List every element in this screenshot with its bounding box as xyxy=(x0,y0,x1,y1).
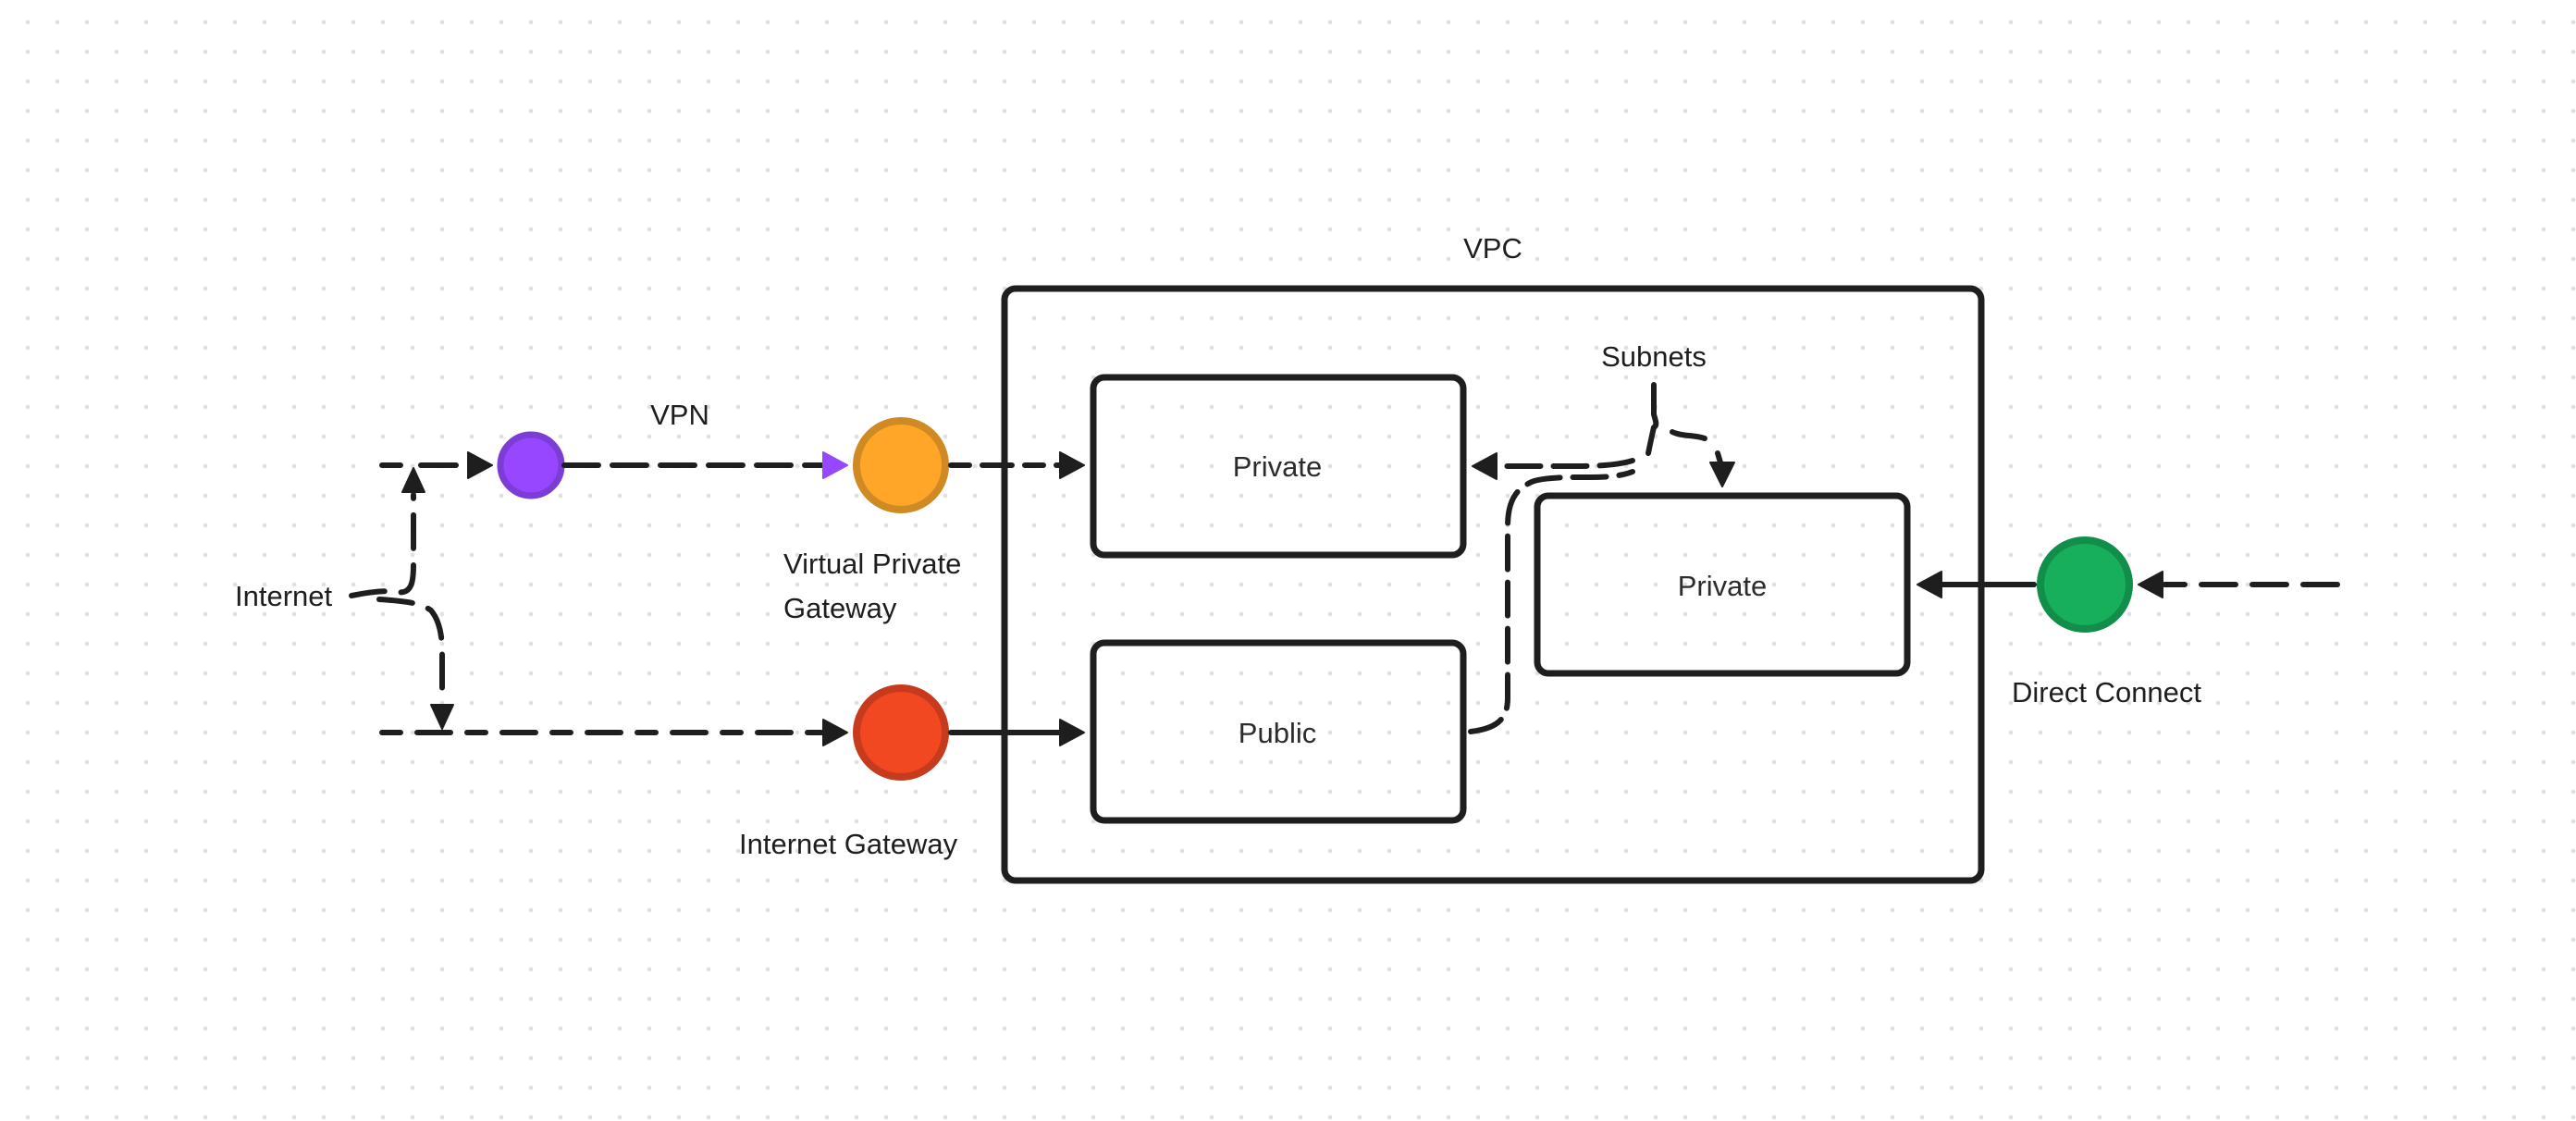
vpn-label: VPN xyxy=(650,399,709,431)
direct-connect-node[interactable] xyxy=(2037,536,2133,633)
private-subnet-2[interactable]: Private xyxy=(1534,492,1911,677)
internet-gateway[interactable]: Internet Gateway xyxy=(739,684,958,860)
edge-path xyxy=(1498,458,1635,469)
vpc-label: VPC xyxy=(1463,232,1522,265)
virtual-private-gateway[interactable]: Virtual Private Gateway xyxy=(783,417,961,624)
edge-path xyxy=(1670,429,1707,441)
edge-subnets-to-private-subnet-1[interactable] xyxy=(1472,382,1659,480)
internet-gateway-label: Internet Gateway xyxy=(739,828,958,860)
arrowhead-right-icon xyxy=(1059,451,1085,479)
edge-vpg-to-private-subnet-1[interactable] xyxy=(948,451,1085,479)
arrowhead-right-icon xyxy=(1059,719,1085,746)
edge-subnets-to-private-subnet-2[interactable] xyxy=(1670,429,1735,487)
edge-direct-connect-to-private-subnet-2[interactable] xyxy=(1917,571,2037,598)
arrowhead-down-icon xyxy=(430,704,454,730)
edge-path xyxy=(1715,450,1723,465)
internet-label: Internet xyxy=(235,580,333,612)
vpn-client-node[interactable] xyxy=(497,431,565,499)
arrowhead-right-icon xyxy=(467,451,493,479)
virtual-private-gateway-label-line2: Gateway xyxy=(783,592,897,624)
internet-gateway-node[interactable] xyxy=(853,684,949,781)
arrowhead-down-icon xyxy=(1709,462,1735,487)
direct-connect-label: Direct Connect xyxy=(2012,676,2201,708)
subnets-label: Subnets xyxy=(1601,340,1707,373)
edge-external-to-direct-connect[interactable] xyxy=(2138,571,2340,598)
edge-igw-to-public-subnet[interactable] xyxy=(948,719,1085,746)
private-subnet-1[interactable]: Private xyxy=(1090,374,1467,559)
edge-public-to-subnets[interactable] xyxy=(1468,469,1635,734)
arrowhead-left-icon xyxy=(1917,571,1942,598)
edge-path xyxy=(1645,382,1659,456)
virtual-private-gateway-node[interactable] xyxy=(853,417,949,513)
public-subnet[interactable]: Public xyxy=(1090,639,1467,824)
edge-vpn[interactable]: VPN xyxy=(561,399,848,479)
edge-path xyxy=(349,492,416,598)
private-subnet-1-label: Private xyxy=(1233,450,1322,483)
virtual-private-gateway-label-line1: Virtual Private xyxy=(783,548,961,580)
arrowhead-left-icon xyxy=(2138,571,2163,598)
arrowhead-left-icon xyxy=(1472,452,1498,480)
arrowhead-up-icon xyxy=(401,467,425,493)
edge-path xyxy=(376,597,445,706)
diagram-svg: VPC Subnets Private Public Private Inter… xyxy=(235,232,2340,884)
arrowhead-right-icon xyxy=(822,719,848,746)
edge-path xyxy=(1468,469,1635,734)
private-subnet-2-label: Private xyxy=(1678,570,1767,602)
arrowhead-right-icon xyxy=(822,451,848,479)
edge-internet-to-vpn-client[interactable] xyxy=(349,451,493,598)
diagram-canvas[interactable]: VPC Subnets Private Public Private Inter… xyxy=(0,0,2576,1121)
public-subnet-label: Public xyxy=(1239,717,1316,749)
direct-connect[interactable]: Direct Connect xyxy=(2012,536,2201,708)
edge-internet-to-internet-gateway[interactable] xyxy=(376,597,848,746)
